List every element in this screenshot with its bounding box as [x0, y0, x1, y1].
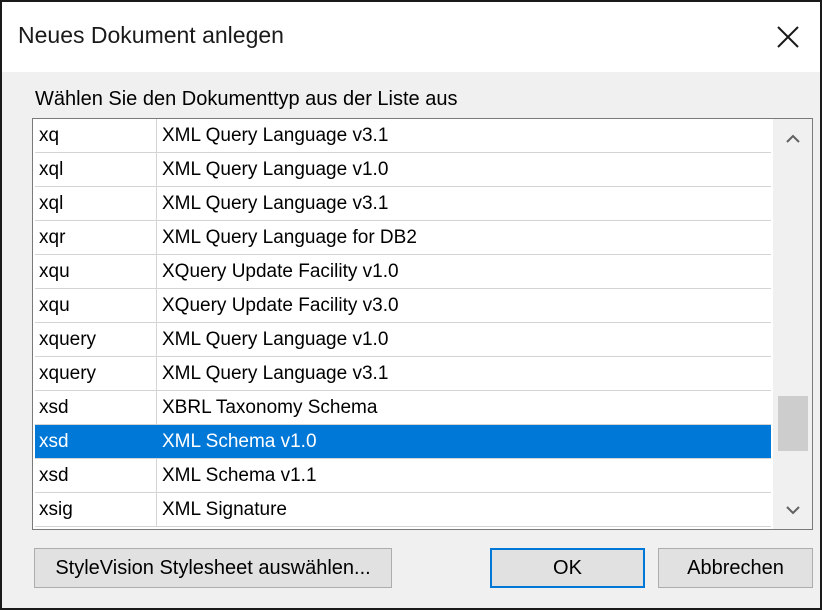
list-item-extension: xqu	[39, 261, 70, 282]
list-item-extension: xq	[39, 125, 60, 146]
list-item-extension: xqr	[39, 227, 66, 248]
list-item[interactable]: xsd XBRL Taxonomy Schema	[35, 391, 771, 425]
scrollbar-thumb[interactable]	[778, 396, 808, 451]
list-rows: xq XML Query Language v3.1 xql XML Query…	[35, 119, 771, 527]
ok-button[interactable]: OK	[490, 548, 645, 588]
scroll-down-button[interactable]	[774, 491, 812, 529]
list-item[interactable]: xquery XML Query Language v3.1	[35, 357, 771, 391]
list-item-extension: xsd	[39, 431, 69, 452]
dialog-title: Neues Dokument anlegen	[18, 22, 284, 48]
list-item-extension: xsd	[39, 397, 69, 418]
list-item-description: XQuery Update Facility v3.0	[162, 295, 399, 316]
list-item[interactable]: xql XML Query Language v3.1	[35, 187, 771, 221]
chevron-down-icon	[786, 506, 800, 515]
list-item[interactable]: xqu XQuery Update Facility v1.0	[35, 255, 771, 289]
title-bar: Neues Dokument anlegen	[2, 2, 820, 72]
list-item-description: XML Schema v1.0	[162, 431, 317, 452]
list-item[interactable]: xsd XML Schema v1.0	[35, 425, 771, 459]
new-document-dialog: Neues Dokument anlegen Wählen Sie den Do…	[0, 0, 822, 610]
scroll-up-button[interactable]	[774, 119, 812, 157]
list-item-extension: xquery	[39, 329, 97, 350]
vertical-scrollbar[interactable]	[773, 119, 812, 529]
list-item-extension: xql	[39, 159, 64, 180]
close-icon	[777, 26, 799, 48]
list-item[interactable]: xqr XML Query Language for DB2	[35, 221, 771, 255]
list-item-description: XQuery Update Facility v1.0	[162, 261, 399, 282]
list-item[interactable]: xsd XML Schema v1.1	[35, 459, 771, 493]
list-item-description: XML Query Language v3.1	[162, 363, 389, 384]
chevron-up-icon	[786, 134, 800, 143]
list-item-description: XML Query Language v1.0	[162, 329, 389, 350]
list-item[interactable]: xq XML Query Language v3.1	[35, 119, 771, 153]
close-button[interactable]	[756, 2, 820, 72]
list-item-description: XML Signature	[162, 499, 287, 520]
list-item-extension: xquery	[39, 363, 97, 384]
list-item-extension: xsig	[39, 499, 73, 520]
list-item[interactable]: xqu XQuery Update Facility v3.0	[35, 289, 771, 323]
list-item[interactable]: xql XML Query Language v1.0	[35, 153, 771, 187]
document-type-list[interactable]: xq XML Query Language v3.1 xql XML Query…	[32, 118, 813, 530]
list-item-description: XML Query Language for DB2	[162, 227, 417, 248]
list-item-extension: xsd	[39, 465, 69, 486]
list-item-description: XML Schema v1.1	[162, 465, 317, 486]
select-stylesheet-button[interactable]: StyleVision Stylesheet auswählen...	[34, 548, 392, 588]
instruction-label: Wählen Sie den Dokumenttyp aus der Liste…	[35, 88, 458, 110]
list-item-description: XBRL Taxonomy Schema	[162, 397, 378, 418]
list-item-extension: xql	[39, 193, 64, 214]
list-item[interactable]: xsig XML Signature	[35, 493, 771, 527]
list-item-description: XML Query Language v1.0	[162, 159, 389, 180]
cancel-button[interactable]: Abbrechen	[658, 548, 813, 588]
list-item-extension: xqu	[39, 295, 70, 316]
list-item[interactable]: xquery XML Query Language v1.0	[35, 323, 771, 357]
list-item-description: XML Query Language v3.1	[162, 193, 389, 214]
list-item-description: XML Query Language v3.1	[162, 125, 389, 146]
